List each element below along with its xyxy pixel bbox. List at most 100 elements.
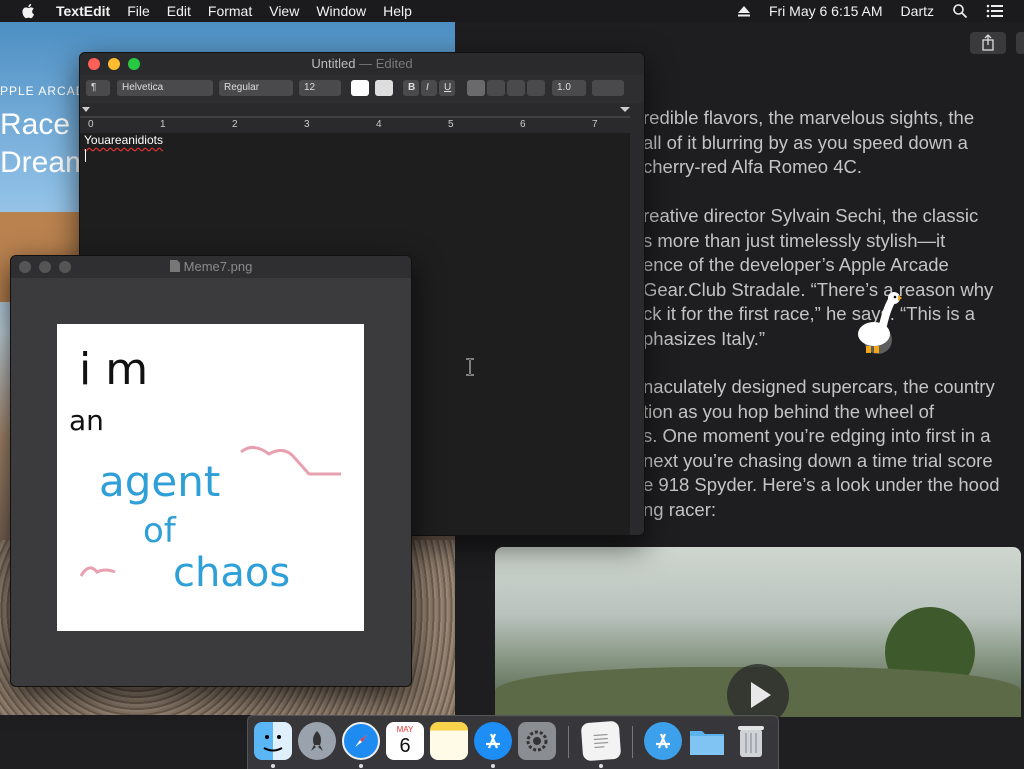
- story-headline-line-2: Dream: [0, 146, 91, 179]
- paragraph-styles-popup[interactable]: ¶: [86, 80, 110, 96]
- meme-line-4: of: [143, 511, 177, 551]
- ruler-number-6: 6: [520, 119, 526, 130]
- text-color-well[interactable]: [351, 80, 369, 96]
- zoom-button[interactable]: [59, 261, 71, 273]
- documents-folder-icon[interactable]: [688, 722, 726, 760]
- font-style-value: Regular: [224, 82, 260, 93]
- spotlight-search-icon[interactable]: [952, 3, 968, 19]
- pink-scribble-top: [240, 446, 341, 476]
- document-text[interactable]: Youareanidiots: [84, 133, 163, 147]
- menu-window[interactable]: Window: [316, 3, 366, 19]
- menu-bar: TextEdit File Edit Format View Window He…: [0, 0, 1024, 22]
- desktop-goose-icon: [858, 292, 902, 354]
- apple-menu-icon[interactable]: [20, 2, 38, 20]
- safari-icon[interactable]: [342, 722, 380, 760]
- minimize-button[interactable]: [39, 261, 51, 273]
- highlight-color-well[interactable]: [375, 80, 393, 96]
- font-family-value: Helvetica: [122, 82, 164, 93]
- safari-running-dot: [359, 764, 363, 768]
- gear-icon: [526, 730, 548, 752]
- italic-button[interactable]: I: [421, 80, 437, 96]
- document-icon: [169, 260, 180, 272]
- toolbar-button-partial[interactable]: [1016, 32, 1024, 54]
- notes-icon[interactable]: [430, 722, 468, 760]
- notification-center-icon[interactable]: [986, 4, 1004, 18]
- close-button[interactable]: [19, 261, 31, 273]
- story-kicker: PPLE ARCAD: [0, 84, 86, 98]
- applications-folder-icon[interactable]: [644, 722, 682, 760]
- ruler-number-7: 7: [592, 119, 598, 130]
- ruler-number-5: 5: [448, 119, 454, 130]
- meme-line-2: an: [69, 404, 104, 437]
- ruler-number-3: 3: [304, 119, 310, 130]
- underline-button[interactable]: U: [439, 80, 455, 96]
- calendar-day: 6: [399, 735, 411, 757]
- font-style-popup[interactable]: Regular: [219, 80, 293, 96]
- ruler-number-0: 0: [88, 119, 94, 130]
- underline-label: U: [444, 82, 452, 93]
- finder-icon[interactable]: [254, 722, 292, 760]
- textedit-icon[interactable]: [580, 720, 622, 762]
- ibeam-cursor-icon: [466, 358, 474, 376]
- trash-can-glyph: [738, 726, 764, 757]
- menu-help[interactable]: Help: [383, 3, 412, 19]
- menu-user[interactable]: Dartz: [901, 3, 934, 19]
- menu-edit[interactable]: Edit: [167, 3, 191, 19]
- preview-title: Meme7.png: [183, 259, 253, 274]
- app-store-icon[interactable]: [474, 722, 512, 760]
- finder-running-dot: [271, 764, 275, 768]
- font-family-popup[interactable]: Helvetica: [117, 80, 213, 96]
- rocket-glyph: [311, 731, 323, 751]
- ruler-number-2: 2: [232, 119, 238, 130]
- launchpad-icon[interactable]: [298, 722, 336, 760]
- menu-clock[interactable]: Fri May 6 6:15 AM: [769, 3, 883, 19]
- justify-button[interactable]: [527, 80, 545, 96]
- compass-glyph: [355, 735, 367, 747]
- calendar-icon[interactable]: MAY 6: [386, 722, 424, 760]
- textedit-glyph: [593, 733, 609, 749]
- article-paragraph-3: naculately designed supercars, the count…: [643, 376, 1000, 520]
- meme-line-5: chaos: [173, 550, 290, 596]
- paragraph-styles-label: ¶: [91, 82, 97, 93]
- app-store-glyph: [486, 733, 500, 749]
- preview-titlebar[interactable]: Meme7.png: [11, 256, 411, 278]
- menu-app-textedit[interactable]: TextEdit: [56, 3, 110, 19]
- eject-icon[interactable]: [737, 4, 751, 18]
- app-store-running-dot: [491, 764, 495, 768]
- bold-label: B: [408, 82, 416, 93]
- close-button[interactable]: [88, 58, 100, 70]
- italic-label: I: [426, 82, 429, 93]
- trash-icon[interactable]: [732, 722, 770, 760]
- dock-separator: [632, 726, 633, 758]
- meme-drawing: i m an agent of chaos: [69, 344, 341, 596]
- minimize-button[interactable]: [108, 58, 120, 70]
- preview-window[interactable]: Meme7.png i m an agent of chaos: [10, 255, 412, 687]
- zoom-button[interactable]: [128, 58, 140, 70]
- line-spacing-popup[interactable]: 1.0: [552, 80, 586, 96]
- font-size-popup[interactable]: 12: [299, 80, 341, 96]
- ruler[interactable]: 0 1 2 3 4 5 6 7: [80, 103, 644, 134]
- align-left-button[interactable]: [467, 80, 485, 96]
- folder-icon: [690, 731, 724, 755]
- menu-format[interactable]: Format: [208, 3, 252, 19]
- align-right-button[interactable]: [507, 80, 525, 96]
- textedit-titlebar[interactable]: Untitled — Edited: [80, 53, 644, 75]
- menu-file[interactable]: File: [127, 3, 150, 19]
- article-paragraph-1: redible flavors, the marvelous sights, t…: [643, 107, 975, 177]
- textedit-running-dot: [599, 764, 603, 768]
- share-icon: [982, 34, 994, 51]
- align-center-button[interactable]: [487, 80, 505, 96]
- dock-separator: [568, 726, 569, 758]
- vertical-scrollbar[interactable]: [630, 133, 644, 535]
- font-size-value: 12: [304, 82, 316, 93]
- format-toolbar: ¶ Helvetica Regular 12 B I U 1.0: [80, 75, 644, 103]
- window-edited-state: — Edited: [359, 56, 413, 71]
- list-bullets-popup[interactable]: [592, 80, 624, 96]
- bold-button[interactable]: B: [403, 80, 419, 96]
- menu-view[interactable]: View: [269, 3, 299, 19]
- ruler-number-1: 1: [160, 119, 166, 130]
- system-preferences-icon[interactable]: [518, 722, 556, 760]
- calendar-month: MAY: [396, 725, 414, 734]
- line-spacing-value: 1.0: [557, 82, 571, 93]
- share-button[interactable]: [970, 32, 1006, 54]
